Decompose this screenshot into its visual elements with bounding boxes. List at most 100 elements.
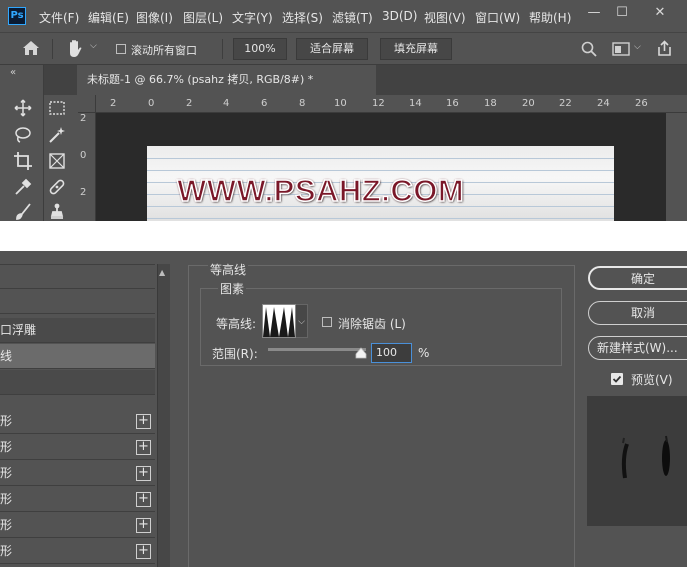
ruler-label: 8: [299, 98, 306, 109]
minimize-icon[interactable]: —: [584, 4, 604, 22]
range-label: 范围(R):: [212, 347, 258, 361]
ruler-label: 6: [261, 98, 268, 109]
cancel-button[interactable]: 取消: [588, 301, 687, 325]
list-item[interactable]: 形 +: [0, 435, 155, 460]
share-icon[interactable]: [656, 40, 673, 57]
plus-icon[interactable]: +: [136, 544, 151, 559]
menu-help[interactable]: 帮助(H): [529, 9, 571, 26]
paper-line: [147, 218, 614, 219]
list-item-label: 形: [0, 440, 13, 454]
list-item-label: 形: [0, 466, 13, 480]
brush-tool-icon[interactable]: [13, 202, 33, 221]
menu-file[interactable]: 文件(F): [39, 9, 79, 26]
menu-image[interactable]: 图像(I): [136, 9, 173, 26]
ruler-label: 26: [635, 98, 648, 109]
plus-icon[interactable]: +: [136, 492, 151, 507]
menu-layer[interactable]: 图层(L): [183, 9, 223, 26]
options-bar: ⌵ 滚动所有窗口 100% 适合屏幕 填充屏幕 ⌵: [0, 32, 687, 65]
range-unit: %: [418, 346, 430, 360]
list-item-label: 形: [0, 414, 13, 428]
frame-tool-icon[interactable]: [47, 151, 67, 171]
style-list: 口浮雕 线 形 + 形 + 形 + 形 + 形 + 形 +: [0, 264, 170, 567]
document-tab[interactable]: 未标题-1 @ 66.7% (psahz 拷贝, RGB/8#) *: [77, 65, 376, 95]
home-icon[interactable]: [22, 40, 40, 56]
list-item[interactable]: [0, 289, 155, 314]
search-icon[interactable]: [581, 41, 597, 57]
list-item[interactable]: 形 +: [0, 409, 155, 434]
layer-style-dialog: 口浮雕 线 形 + 形 + 形 + 形 + 形 + 形 + ▲ 等高线 图素 等高线: ⌵ …: [0, 251, 687, 567]
paper-line: [147, 158, 614, 159]
chevron-down-icon[interactable]: ⌵: [90, 41, 97, 51]
menu-bar: Ps 文件(F) 编辑(E) 图像(I) 图层(L) 文字(Y) 选择(S) 滤…: [0, 0, 687, 32]
range-input[interactable]: 100: [371, 343, 412, 363]
ruler-label: 20: [522, 98, 535, 109]
preview-label: 预览(V): [631, 373, 673, 387]
list-item-label: 形: [0, 544, 13, 558]
ruler-label: 12: [372, 98, 385, 109]
clone-stamp-icon[interactable]: [47, 202, 67, 221]
crop-tool-icon[interactable]: [13, 151, 33, 171]
ruler-label: 14: [409, 98, 422, 109]
move-tool-icon[interactable]: [13, 98, 33, 118]
menu-3d[interactable]: 3D(D): [382, 9, 417, 23]
range-slider-thumb[interactable]: [355, 347, 367, 359]
ruler-label: 2: [110, 98, 117, 109]
contour-label: 等高线:: [216, 317, 257, 331]
list-item-label: 形: [0, 492, 13, 506]
antialias-checkbox[interactable]: [322, 317, 332, 327]
list-item[interactable]: 形 +: [0, 513, 155, 538]
style-list-scrollbar[interactable]: ▲: [157, 264, 170, 567]
document-canvas[interactable]: WWW.PSAHZ.COM: [147, 146, 614, 221]
preview-checkbox[interactable]: [611, 373, 623, 385]
ruler-origin[interactable]: [78, 95, 96, 113]
plus-icon[interactable]: +: [136, 518, 151, 533]
restore-icon[interactable]: ☐: [612, 4, 632, 22]
list-item-bevel-emboss[interactable]: 口浮雕: [0, 318, 155, 343]
close-icon[interactable]: ✕: [650, 4, 670, 22]
list-item[interactable]: 形 +: [0, 487, 155, 512]
fill-screen-button[interactable]: 填充屏幕: [380, 38, 452, 60]
scroll-all-checkbox[interactable]: [116, 44, 126, 54]
separator: [52, 39, 53, 59]
photoshop-window: Ps 文件(F) 编辑(E) 图像(I) 图层(L) 文字(Y) 选择(S) 滤…: [0, 0, 687, 221]
fit-screen-button[interactable]: 适合屏幕: [296, 38, 368, 60]
eyedropper-icon[interactable]: [13, 177, 33, 197]
chevron-down-icon[interactable]: ⌵: [296, 304, 308, 338]
lasso-tool-icon[interactable]: [13, 125, 33, 145]
document-tab-bar: 未标题-1 @ 66.7% (psahz 拷贝, RGB/8#) *: [44, 65, 687, 95]
chevron-down-icon[interactable]: ⌵: [634, 42, 641, 52]
ruler-label: 10: [334, 98, 347, 109]
magic-wand-icon[interactable]: [47, 125, 67, 145]
menu-view[interactable]: 视图(V): [424, 9, 466, 26]
canvas-area[interactable]: WWW.PSAHZ.COM: [96, 113, 666, 221]
menu-type[interactable]: 文字(Y): [232, 9, 273, 26]
list-item[interactable]: [0, 264, 155, 289]
range-slider[interactable]: [268, 348, 366, 351]
menu-edit[interactable]: 编辑(E): [88, 9, 129, 26]
contour-picker[interactable]: [262, 304, 296, 338]
new-style-button[interactable]: 新建样式(W)...: [588, 336, 687, 360]
ok-button[interactable]: 确定: [588, 266, 687, 290]
scroll-up-icon[interactable]: ▲: [159, 268, 165, 277]
menu-filter[interactable]: 滤镜(T): [332, 9, 373, 26]
workspace-icon[interactable]: [612, 42, 630, 56]
panel-collapse-icon[interactable]: «: [10, 67, 16, 78]
contour-curve-icon: [263, 307, 295, 337]
hand-tool-icon[interactable]: [66, 39, 84, 58]
list-item[interactable]: [0, 370, 155, 395]
list-item[interactable]: 形 +: [0, 461, 155, 486]
list-item[interactable]: 形 +: [0, 539, 155, 564]
style-preview-thumbnail: [587, 396, 687, 526]
separator: [222, 39, 223, 59]
ruler-label: 2: [80, 187, 87, 198]
plus-icon[interactable]: +: [136, 414, 151, 429]
group-title: 图素: [218, 280, 247, 297]
marquee-tool-icon[interactable]: [47, 98, 67, 118]
list-item-contour[interactable]: 线: [0, 344, 155, 369]
plus-icon[interactable]: +: [136, 440, 151, 455]
menu-select[interactable]: 选择(S): [282, 9, 323, 26]
zoom-value-button[interactable]: 100%: [233, 38, 287, 60]
menu-window[interactable]: 窗口(W): [475, 9, 520, 26]
healing-brush-icon[interactable]: [47, 177, 67, 197]
plus-icon[interactable]: +: [136, 466, 151, 481]
